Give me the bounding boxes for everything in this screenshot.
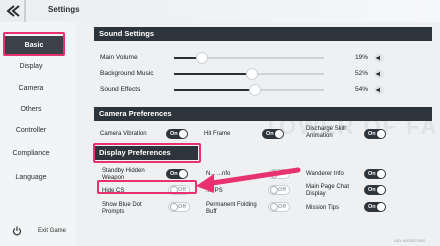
- uid-label: UID: 5002927992: [394, 238, 426, 243]
- settings-screen: Settings Basic Display Camera Others Con…: [0, 0, 440, 246]
- pointer-arrow-icon: [196, 167, 301, 193]
